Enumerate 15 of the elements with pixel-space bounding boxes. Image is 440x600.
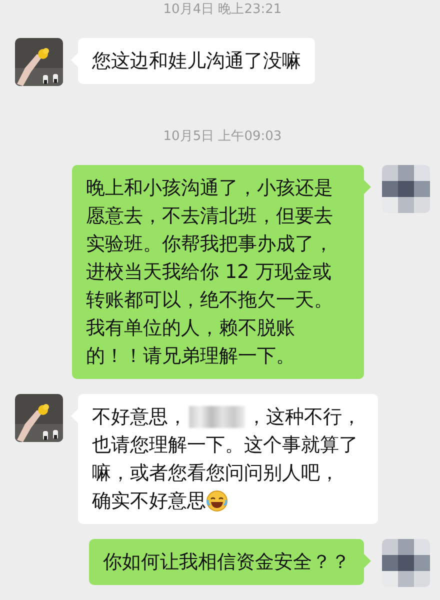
laughing-crying-emoji-icon (206, 490, 228, 512)
message-text: ，这种不行， (247, 405, 361, 430)
message-bubble: 您这边和娃儿沟通了没嘛 (78, 38, 315, 84)
timestamp: 10月5日 上午09:03 (163, 129, 282, 145)
message-bubble: 晚上和小孩沟通了，小孩还是愿意去，不去清北班，但要去实验班。你帮我把事办成了，进校当天我给你 12 万现金或转账都可以，绝不拖欠一天。我有单位的人，赖不脱账的！！请兄弟理解一下。 (72, 165, 364, 379)
bubble-tail (364, 180, 371, 194)
timestamp: 10月4日 晚上23:21 (163, 2, 282, 18)
redacted-name-mark (189, 406, 245, 428)
message-text: 不好意思， (92, 405, 187, 430)
message-text: 也请您理解一下。这个事就算了嘛，或者您看您问问别人吧， (92, 433, 359, 486)
pixelated-avatar (382, 539, 430, 587)
message-text: 确实不好意思 (92, 489, 206, 514)
pixelated-avatar (382, 165, 430, 213)
message-bubble: 你如何让我相信资金安全？？ (89, 539, 364, 585)
bubble-tail (364, 554, 371, 568)
